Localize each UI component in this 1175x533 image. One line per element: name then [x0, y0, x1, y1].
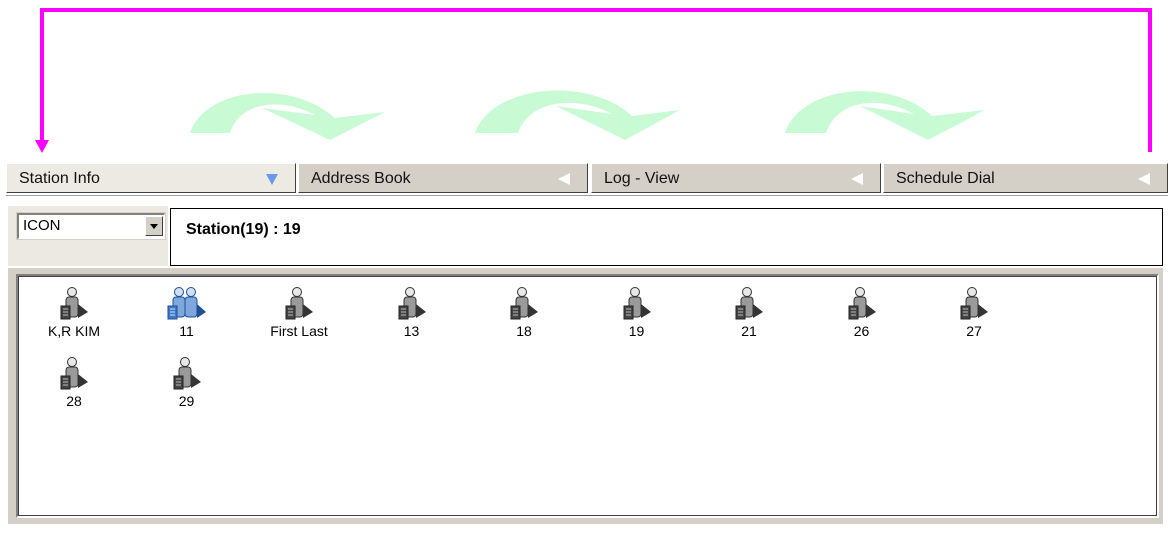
station-name: 27	[966, 323, 982, 339]
single-station-icon	[812, 286, 912, 322]
triangle-left-icon	[851, 173, 863, 185]
triangle-left-icon	[1138, 173, 1150, 185]
single-station-icon	[699, 286, 799, 322]
chevron-down-icon[interactable]	[145, 216, 163, 236]
tab-station-info[interactable]: Station Info	[6, 163, 296, 193]
station-item[interactable]: 26	[812, 286, 912, 346]
single-station-icon	[137, 356, 237, 392]
station-item[interactable]: First Last	[249, 286, 349, 346]
station-name: 18	[516, 323, 532, 339]
station-list[interactable]: K,R KIM 11 First Last 13 18 19 21 26 27 28 29	[16, 274, 1159, 518]
station-name: 28	[66, 393, 82, 409]
station-name: 11	[179, 323, 194, 339]
tab-log-view[interactable]: Log - View	[591, 163, 881, 193]
tab-label: Station Info	[19, 170, 100, 187]
single-station-icon	[924, 286, 1024, 322]
single-station-icon	[24, 286, 124, 322]
tabbar-divider	[6, 195, 1168, 196]
station-info-box: Station(19) : 19	[170, 208, 1163, 266]
triangle-left-icon	[558, 173, 570, 185]
cycle-arrow-2-icon	[475, 90, 680, 140]
station-item[interactable]: 27	[924, 286, 1024, 346]
station-name: 29	[178, 393, 195, 409]
station-item[interactable]: 28	[24, 356, 124, 416]
annotation-overlay	[35, 8, 1152, 153]
single-station-icon	[24, 356, 124, 392]
cycle-arrow-3-icon	[785, 91, 985, 140]
station-name: 19	[628, 323, 645, 339]
tab-label: Address Book	[311, 170, 411, 187]
station-item[interactable]: K,R KIM	[24, 286, 124, 346]
tab-label: Schedule Dial	[896, 170, 995, 187]
station-count-text: Station(19) : 19	[186, 221, 301, 238]
triangle-down-icon	[266, 174, 278, 185]
group-station-icon	[137, 286, 237, 322]
station-grid-frame: K,R KIM 11 First Last 13 18 19 21 26 27 28 29	[8, 268, 1163, 524]
station-item[interactable]: 11	[137, 286, 237, 346]
station-item[interactable]: 29	[137, 356, 237, 416]
station-name: 21	[741, 323, 757, 339]
view-mode-select[interactable]: ICON	[17, 213, 165, 239]
station-name: K,R KIM	[47, 323, 101, 339]
single-station-icon	[587, 286, 687, 322]
single-station-icon	[474, 286, 574, 322]
station-item[interactable]: 19	[587, 286, 687, 346]
single-station-icon	[249, 286, 349, 322]
cycle-arrow-1-icon	[190, 92, 385, 140]
tab-bar: Station Info Address Book Log - View Sch…	[6, 161, 1168, 201]
tab-address-book[interactable]: Address Book	[298, 163, 588, 193]
station-item[interactable]: 13	[362, 286, 462, 346]
tab-label: Log - View	[604, 170, 680, 187]
station-name: 13	[403, 323, 420, 339]
single-station-icon	[362, 286, 462, 322]
station-name: First Last	[270, 323, 328, 339]
view-mode-value: ICON	[23, 217, 61, 234]
station-item[interactable]: 21	[699, 286, 799, 346]
station-name: 26	[853, 323, 870, 339]
tab-schedule-dial[interactable]: Schedule Dial	[883, 163, 1168, 193]
station-item[interactable]: 18	[474, 286, 574, 346]
